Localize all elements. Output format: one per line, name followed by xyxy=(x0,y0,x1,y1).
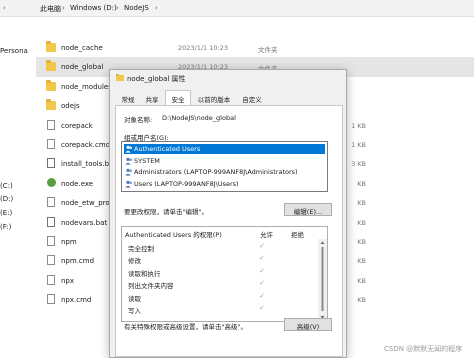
folder-icon xyxy=(116,74,124,81)
users-icon xyxy=(125,145,133,153)
permission-name: 读取 xyxy=(128,294,141,303)
special-permissions-hint: 有关特殊权限或高级设置，请单击"高级"。 xyxy=(124,323,247,331)
permissions-scrollbar[interactable] xyxy=(318,239,327,321)
folder-icon xyxy=(46,99,56,111)
group-name: Administrators (LAPTOP-999ANF8J\Administ… xyxy=(134,168,298,176)
tab-customize[interactable]: 自定义 xyxy=(237,91,267,105)
file-size: KB xyxy=(357,238,366,246)
permission-row: 列出文件夹内容 ✓ xyxy=(122,278,317,291)
permission-row: 写入 ✓ xyxy=(122,303,317,315)
advanced-button[interactable]: 高级(V) xyxy=(284,318,332,331)
file-name: node_cache xyxy=(61,44,103,52)
group-list-item[interactable]: Authenticated Users xyxy=(124,144,325,154)
cmd-file-icon xyxy=(47,294,55,305)
users-icon xyxy=(125,180,133,188)
file-name: nodevars.bat xyxy=(61,218,108,227)
group-name: Users (LAPTOP-999ANF8J\Users) xyxy=(134,179,239,188)
permission-name: 列出文件夹内容 xyxy=(128,282,174,291)
group-list-item[interactable]: SYSTEM xyxy=(124,156,325,166)
tab-strip: 常规 共享 安全 以前的版本 自定义 xyxy=(115,90,343,105)
check-icon: ✓ xyxy=(259,279,265,288)
tab-security[interactable]: 安全 xyxy=(165,90,191,105)
file-size: 1 KB xyxy=(351,141,366,149)
file-size: 1 KB xyxy=(351,121,366,130)
file-icon xyxy=(47,274,55,285)
file-name: corepack.cmd xyxy=(61,141,111,149)
file-size: KB xyxy=(357,296,366,305)
permission-name: 写入 xyxy=(128,307,141,315)
file-size: KB xyxy=(357,199,366,208)
file-name: node_modules xyxy=(61,82,112,91)
file-icon xyxy=(47,236,55,246)
edit-button[interactable]: 编辑(E)... xyxy=(284,203,332,216)
file-name: install_tools.bat xyxy=(61,160,117,169)
file-icon xyxy=(47,119,55,130)
file-row[interactable]: node_cache 2023/1/1 10:23 文件夹 xyxy=(36,38,474,58)
object-name-label: 对象名称: xyxy=(124,116,153,124)
file-size: KB xyxy=(357,257,366,266)
file-name: npm xyxy=(61,238,77,246)
file-size: 3 KB xyxy=(351,160,366,169)
permission-row: 修改 ✓ xyxy=(122,253,317,266)
tab-sharing[interactable]: 共享 xyxy=(141,91,163,105)
bat-file-icon xyxy=(47,216,55,227)
permission-name: 完全控制 xyxy=(128,245,154,253)
bat-file-icon xyxy=(47,158,55,169)
file-name: node.exe xyxy=(61,179,94,188)
folder-icon xyxy=(46,41,56,52)
folder-icon xyxy=(46,79,56,91)
watermark: CSDN @默默无闻的程序 xyxy=(384,345,463,353)
file-name: corepack xyxy=(61,121,93,130)
cmd-file-icon xyxy=(47,139,55,149)
file-name: npx xyxy=(61,276,75,285)
file-name: node_global xyxy=(61,63,104,72)
group-user-list[interactable]: Authenticated Users SYSTEM Administrators … xyxy=(121,141,328,192)
dialog-title: node_global 属性 xyxy=(127,75,186,83)
permission-name: 读取和执行 xyxy=(128,269,161,278)
node-exe-icon xyxy=(47,177,56,187)
permission-row: 读取和执行 ✓ xyxy=(122,266,317,278)
group-list-item[interactable]: Administrators (LAPTOP-999ANF8J\Administ… xyxy=(124,167,325,177)
file-name: npx.cmd xyxy=(61,296,92,305)
folder-icon xyxy=(46,60,56,72)
permission-row: 读取 ✓ xyxy=(122,291,317,303)
object-name-value: D:\NodeJS\node_global xyxy=(162,114,236,122)
permissions-rows: 完全控制 ✓ 修改 ✓ 读取和执行 ✓ 列出文件夹内容 ✓ 读取 ✓ 写入 ✓ xyxy=(122,227,317,321)
file-size: KB xyxy=(357,218,366,227)
tab-previous-versions[interactable]: 以前的版本 xyxy=(193,91,235,105)
check-icon: ✓ xyxy=(259,291,265,300)
scroll-thumb xyxy=(321,247,324,311)
cmd-file-icon xyxy=(47,255,55,266)
users-icon xyxy=(125,157,133,165)
check-icon: ✓ xyxy=(259,266,265,275)
permission-name: 修改 xyxy=(128,257,141,266)
file-icon xyxy=(47,197,55,208)
group-name: SYSTEM xyxy=(134,156,160,165)
check-icon: ✓ xyxy=(259,304,265,312)
users-icon xyxy=(125,168,133,176)
file-size: KB xyxy=(357,179,366,188)
group-name: Authenticated Users xyxy=(134,145,201,153)
permissions-table: Authenticated Users 的权限(P) 允许 拒绝 完全控制 ✓ 修改… xyxy=(121,226,328,322)
file-type: 文件夹 xyxy=(258,46,278,54)
tab-general[interactable]: 常规 xyxy=(117,91,139,105)
file-name: npm.cmd xyxy=(61,257,95,266)
permission-row: 完全控制 ✓ xyxy=(122,241,317,253)
change-permissions-hint: 要更改权限，请单击"编辑"。 xyxy=(124,208,208,216)
check-icon: ✓ xyxy=(259,254,265,263)
file-size: KB xyxy=(357,276,366,285)
properties-dialog: node_global 属性 常规 共享 安全 以前的版本 自定义 对象名称: … xyxy=(109,69,347,358)
file-name: odejs xyxy=(61,102,80,111)
check-icon: ✓ xyxy=(259,242,265,250)
group-list-item[interactable]: Users (LAPTOP-999ANF8J\Users) xyxy=(124,179,325,189)
file-date: 2023/1/1 10:23 xyxy=(178,44,228,52)
